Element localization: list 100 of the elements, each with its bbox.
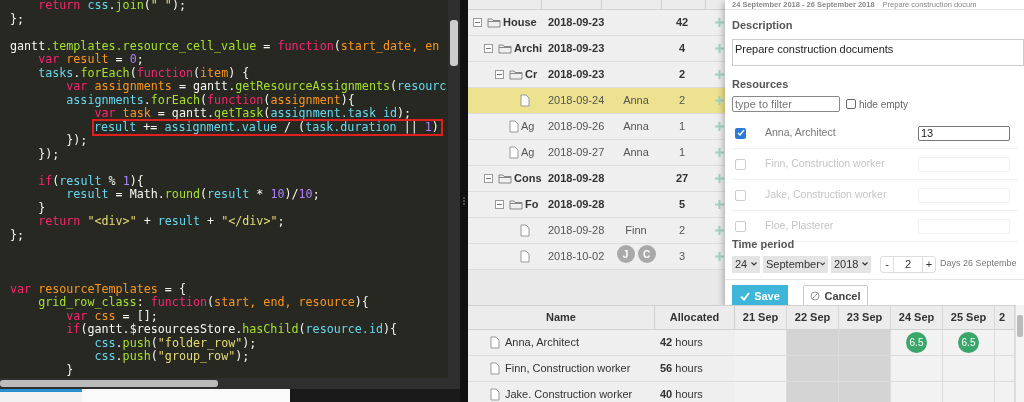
duration-stepper[interactable]: - 2 +	[880, 255, 936, 273]
add-icon[interactable]	[715, 96, 724, 105]
load-badge: 6.5	[906, 332, 927, 353]
file-icon	[490, 388, 500, 401]
month-select[interactable]: September	[763, 255, 828, 273]
vertical-scrollbar[interactable]	[1015, 305, 1024, 402]
code-line: var result = 0;	[38, 53, 144, 67]
collapse-icon[interactable]	[495, 70, 504, 79]
assignee-name: Anna	[623, 93, 649, 109]
resource-name: Anna, Architect	[505, 335, 579, 351]
code-line: var assignments = gantt.getResourceAssignments(resourc	[65, 80, 447, 94]
day-header: 24 Sep	[891, 306, 943, 329]
task-row[interactable]: House 2018-09-23 42	[468, 10, 725, 36]
resource-checkbox[interactable]	[735, 189, 746, 201]
year-select[interactable]: 2018	[831, 255, 871, 273]
taskbar-tab[interactable]	[0, 389, 82, 402]
section-label: Description	[732, 18, 794, 33]
task-row[interactable]: Archi 2018-09-23 4	[468, 36, 725, 62]
resource-value-field[interactable]: 13	[918, 125, 1010, 141]
code-line: grid_row_class: function(start, end, resource){	[37, 296, 369, 310]
task-name: Fo	[525, 197, 539, 213]
add-icon[interactable]	[715, 44, 724, 53]
duration: 5	[678, 198, 686, 211]
folder-icon	[509, 199, 523, 210]
day-header: 25 Sep	[943, 306, 995, 329]
day-header: 23 Sep	[839, 306, 891, 329]
duration: 2	[678, 68, 686, 81]
add-icon[interactable]	[715, 122, 724, 131]
chevron-down-icon	[862, 262, 868, 266]
start-date: 2018-09-23	[548, 16, 605, 29]
code-line: };	[10, 228, 25, 242]
resource-name: Finn, Construction worker	[505, 361, 631, 377]
duration: 1	[678, 120, 686, 133]
allocated-hours: 40 hours	[660, 387, 703, 402]
cancel-button[interactable]: Cancel	[803, 284, 868, 308]
collapse-icon[interactable]	[484, 174, 493, 183]
add-icon[interactable]	[715, 70, 724, 79]
add-icon[interactable]	[715, 226, 724, 235]
day-header: 22 Sep	[787, 306, 839, 329]
collapse-icon[interactable]	[473, 18, 482, 27]
collapse-icon[interactable]	[484, 44, 493, 53]
add-icon[interactable]	[715, 148, 724, 157]
code-line: });	[65, 134, 88, 148]
code-line: var css = [];	[66, 309, 158, 323]
resource-name: Floe, Plasterer	[765, 218, 835, 234]
folder-icon	[498, 43, 512, 54]
task-row[interactable]: 2018-09-28 Finn 2	[468, 218, 725, 244]
filter-field[interactable]: type to filter	[732, 96, 840, 112]
code-line: var task = gantt.getTask(assignment.task_id);	[94, 107, 412, 121]
chevron-down-icon	[751, 262, 757, 266]
task-row[interactable]: Cr 2018-09-23 2	[468, 62, 725, 88]
start-date: 2018-09-28	[548, 224, 605, 237]
duration: 2	[678, 94, 686, 107]
code-line: }	[65, 363, 74, 377]
file-icon	[490, 336, 500, 349]
start-date: 2018-09-23	[548, 42, 605, 55]
task-name: Ag	[521, 145, 535, 161]
hide-empty-checkbox[interactable]	[846, 99, 856, 109]
resource-name: Anna, Architect	[765, 125, 837, 141]
code-line: return "<div>" + result + "</div>";	[37, 215, 285, 229]
add-icon[interactable]	[715, 18, 724, 27]
add-icon[interactable]	[715, 200, 724, 209]
highlighted-code-line: result += assignment.value / (task.duration || 1)	[94, 120, 441, 134]
code-line: gantt.templates.resource_cell_value = function(start_date, en	[10, 39, 440, 53]
avatar-badge: C	[637, 245, 656, 263]
task-name: House	[503, 15, 537, 31]
drag-handle-icon[interactable]	[463, 197, 465, 205]
code-line: css.push("group_row");	[93, 350, 250, 364]
assignee-name: Finn	[625, 223, 647, 239]
assignee-name: Anna	[623, 145, 649, 161]
file-icon	[520, 224, 530, 237]
duration: 4	[678, 42, 686, 55]
section-label: Time period	[732, 237, 796, 252]
resource-checkbox[interactable]	[735, 158, 746, 170]
add-icon[interactable]	[715, 174, 724, 183]
duration: 1	[678, 146, 686, 159]
code-line: tasks.forEach(function(item) {	[37, 66, 250, 80]
duration: 42	[675, 16, 689, 29]
task-row[interactable]: 2018-10-02 J C 3	[468, 244, 725, 270]
day-select[interactable]: 24	[732, 255, 760, 273]
collapse-icon[interactable]	[495, 200, 504, 209]
task-row[interactable]: 2018-09-24 Anna 2	[468, 88, 725, 114]
start-date: 2018-09-28	[548, 198, 605, 211]
column-header: Allocated	[655, 306, 735, 329]
folder-icon	[509, 69, 523, 80]
vertical-scrollbar[interactable]	[448, 0, 460, 378]
resource-checkbox[interactable]	[735, 220, 746, 232]
add-icon[interactable]	[715, 252, 724, 261]
horizontal-scrollbar[interactable]	[0, 378, 460, 389]
file-icon	[490, 362, 500, 375]
task-row[interactable]: Fo 2018-09-28 5	[468, 192, 725, 218]
task-row[interactable]: Ag 2018-09-27 Anna 1	[468, 140, 725, 166]
task-name: Archi	[514, 41, 543, 57]
description-field[interactable]: Prepare construction documents	[732, 38, 1024, 66]
task-row[interactable]: Cons 2018-09-28 27	[468, 166, 725, 192]
resource-checkbox[interactable]	[735, 127, 746, 139]
day-header: 21 Sep	[735, 306, 787, 329]
code-line: assignments.forEach(function(assignment){	[65, 93, 355, 107]
task-row[interactable]: Ag 2018-09-26 Anna 1	[468, 114, 725, 140]
avatar-badge: J	[616, 245, 635, 263]
